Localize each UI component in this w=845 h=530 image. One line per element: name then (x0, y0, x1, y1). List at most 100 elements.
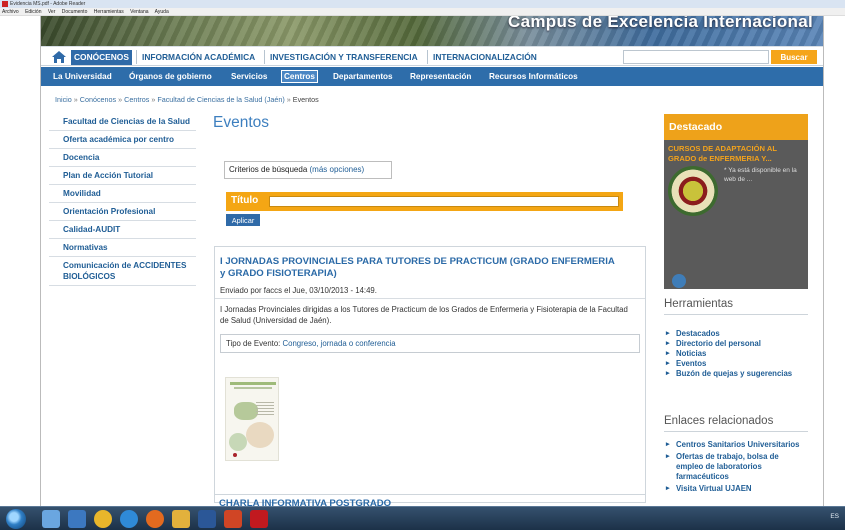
tool-destacados[interactable]: Destacados (666, 329, 806, 339)
sidebar-item-orientacion[interactable]: Orientación Profesional (49, 203, 196, 221)
explorer-icon[interactable] (42, 510, 60, 528)
sidebar-item-normativas[interactable]: Normativas (49, 239, 196, 257)
taskbar: ES (0, 506, 845, 530)
sidebar-item-movilidad[interactable]: Movilidad (49, 185, 196, 203)
subnav-recursos-informaticos[interactable]: Recursos Informáticos (487, 70, 580, 83)
system-tray[interactable]: ES (830, 513, 839, 520)
tools-list: Destacados Directorio del personal Notic… (666, 329, 806, 379)
event-description: I Jornadas Provinciales dirigidas a los … (220, 305, 628, 325)
subnav-servicios[interactable]: Servicios (229, 70, 269, 83)
powerpoint-icon[interactable] (224, 510, 242, 528)
nav-conocenos[interactable]: CONÓCENOS (71, 50, 132, 65)
related-centros-sanitarios[interactable]: Centros Sanitarios Universitarios (666, 440, 806, 450)
divider (664, 431, 808, 432)
banner-title: Campus de Excelencia Internacional (508, 16, 813, 31)
menu-ver[interactable]: Ver (48, 9, 56, 15)
window-menu-bar: Archivo Edición Ver Documento Herramient… (0, 8, 845, 16)
tool-buzon[interactable]: Buzón de quejas y sugerencias (666, 369, 806, 379)
event-type-box: Tipo de Evento: Congreso, jornada o conf… (220, 334, 640, 353)
web-page: Campus de Excelencia Internacional CONÓC… (40, 16, 824, 506)
featured-snippet: * Ya está disponible en la web de ... (724, 167, 797, 183)
nav-divider (136, 50, 137, 64)
word-icon[interactable] (198, 510, 216, 528)
page-title: Eventos (213, 114, 270, 131)
title-filter-bar: Título (226, 192, 623, 211)
event-item: I JORNADAS PROVINCIALES PARA TUTORES DE … (214, 246, 646, 503)
search-input[interactable] (623, 50, 769, 64)
sidebar-item-docencia[interactable]: Docencia (49, 149, 196, 167)
tools-heading: Herramientas (664, 298, 734, 310)
poster-subheader (234, 387, 272, 389)
tool-eventos[interactable]: Eventos (666, 359, 806, 369)
chrome-icon[interactable] (94, 510, 112, 528)
main-nav: CONÓCENOS INFORMACIÓN ACADÉMICA INVESTIG… (41, 46, 823, 66)
related-visita-virtual[interactable]: Visita Virtual UJAEN (666, 484, 806, 494)
tool-noticias[interactable]: Noticias (666, 349, 806, 359)
sub-nav: La Universidad Órganos de gobierno Servi… (41, 67, 823, 86)
sidebar-item-facultad[interactable]: Facultad de Ciencias de la Salud (49, 113, 196, 131)
sidebar-item-oferta-academica[interactable]: Oferta académica por centro (49, 131, 196, 149)
nav-divider (427, 50, 428, 64)
subnav-organos-gobierno[interactable]: Órganos de gobierno (127, 70, 214, 83)
title-filter-input[interactable] (269, 196, 619, 207)
menu-herramientas[interactable]: Herramientas (94, 9, 124, 15)
header-banner: Campus de Excelencia Internacional (41, 16, 823, 46)
event-type-label: Tipo de Evento: (226, 339, 281, 348)
acrobat-app-icon (2, 1, 8, 7)
sidebar-item-calidad-audit[interactable]: Calidad-AUDIT (49, 221, 196, 239)
menu-ayuda[interactable]: Ayuda (155, 9, 169, 15)
criteria-label: Criterios de búsqueda (229, 165, 308, 174)
event-item: CHARLA INFORMATIVA POSTGRADO (214, 494, 646, 506)
apply-button[interactable]: Aplicar (226, 214, 260, 226)
nav-investigacion[interactable]: INVESTIGACIÓN Y TRANSFERENCIA (267, 50, 421, 65)
home-icon[interactable] (51, 50, 67, 64)
start-orb-icon[interactable] (6, 509, 26, 529)
poster-logo (233, 453, 237, 457)
menu-ventana[interactable]: Ventana (130, 9, 148, 15)
more-options-link[interactable]: (más opciones) (310, 165, 365, 174)
poster-graphic (234, 402, 258, 420)
poster-graphic (229, 433, 247, 451)
featured-box: Destacado CURSOS DE ADAPTACIÓN AL GRADO … (664, 114, 808, 300)
menu-documento[interactable]: Documento (62, 9, 88, 15)
search-button[interactable]: Buscar (771, 50, 817, 64)
related-ofertas-trabajo[interactable]: Ofertas de trabajo, bolsa de empleo de l… (666, 452, 806, 482)
firefox-icon[interactable] (146, 510, 164, 528)
breadcrumb-centros[interactable]: Centros (124, 95, 149, 104)
screen: Evidencia MS.pdf - Adobe Reader Archivo … (0, 0, 845, 530)
subnav-la-universidad[interactable]: La Universidad (51, 70, 114, 83)
subnav-centros[interactable]: Centros (281, 70, 318, 83)
media-icon[interactable] (68, 510, 86, 528)
university-seal-image[interactable] (668, 166, 718, 216)
search-criteria-box: Criterios de búsqueda (más opciones) (224, 161, 392, 179)
left-sidebar-nav: Facultad de Ciencias de la Salud Oferta … (49, 113, 196, 286)
divider (664, 314, 808, 315)
featured-title-link[interactable]: CURSOS DE ADAPTACIÓN AL GRADO de ENFERME… (668, 144, 806, 164)
menu-edicion[interactable]: Edición (25, 9, 41, 15)
subnav-departamentos[interactable]: Departamentos (331, 70, 395, 83)
event-title-link[interactable]: CHARLA INFORMATIVA POSTGRADO (219, 498, 391, 506)
acrobat-icon[interactable] (250, 510, 268, 528)
tool-directorio-personal[interactable]: Directorio del personal (666, 339, 806, 349)
breadcrumb-facultad[interactable]: Facultad de Ciencias de la Salud (Jaén) (157, 95, 284, 104)
ie-icon[interactable] (120, 510, 138, 528)
sidebar-item-accidentes[interactable]: Comunicación de ACCIDENTES BIOLÓGICOS (49, 257, 196, 286)
window-title-bar: Evidencia MS.pdf - Adobe Reader (0, 0, 845, 8)
breadcrumb-inicio[interactable]: Inicio (55, 95, 72, 104)
carousel-nav-icon[interactable] (672, 274, 686, 288)
title-filter-label: Título (231, 195, 259, 206)
event-poster-thumbnail[interactable] (225, 377, 279, 461)
sidebar-item-plan-accion-tutorial[interactable]: Plan de Acción Tutorial (49, 167, 196, 185)
breadcrumb-conocenos[interactable]: Conócenos (80, 95, 116, 104)
subnav-representacion[interactable]: Representación (408, 70, 473, 83)
menu-archivo[interactable]: Archivo (2, 9, 19, 15)
breadcrumb-current: Eventos (292, 95, 319, 104)
event-type-link[interactable]: Congreso, jornada o conferencia (283, 339, 396, 348)
related-links-list: Centros Sanitarios Universitarios Oferta… (666, 440, 806, 494)
folder-icon[interactable] (172, 510, 190, 528)
divider (215, 298, 645, 299)
nav-internacionalizacion[interactable]: INTERNACIONALIZACIÓN (430, 50, 540, 65)
nav-informacion-academica[interactable]: INFORMACIÓN ACADÉMICA (139, 50, 258, 65)
poster-text-lines (256, 402, 274, 403)
event-title-link[interactable]: I JORNADAS PROVINCIALES PARA TUTORES DE … (220, 256, 615, 280)
